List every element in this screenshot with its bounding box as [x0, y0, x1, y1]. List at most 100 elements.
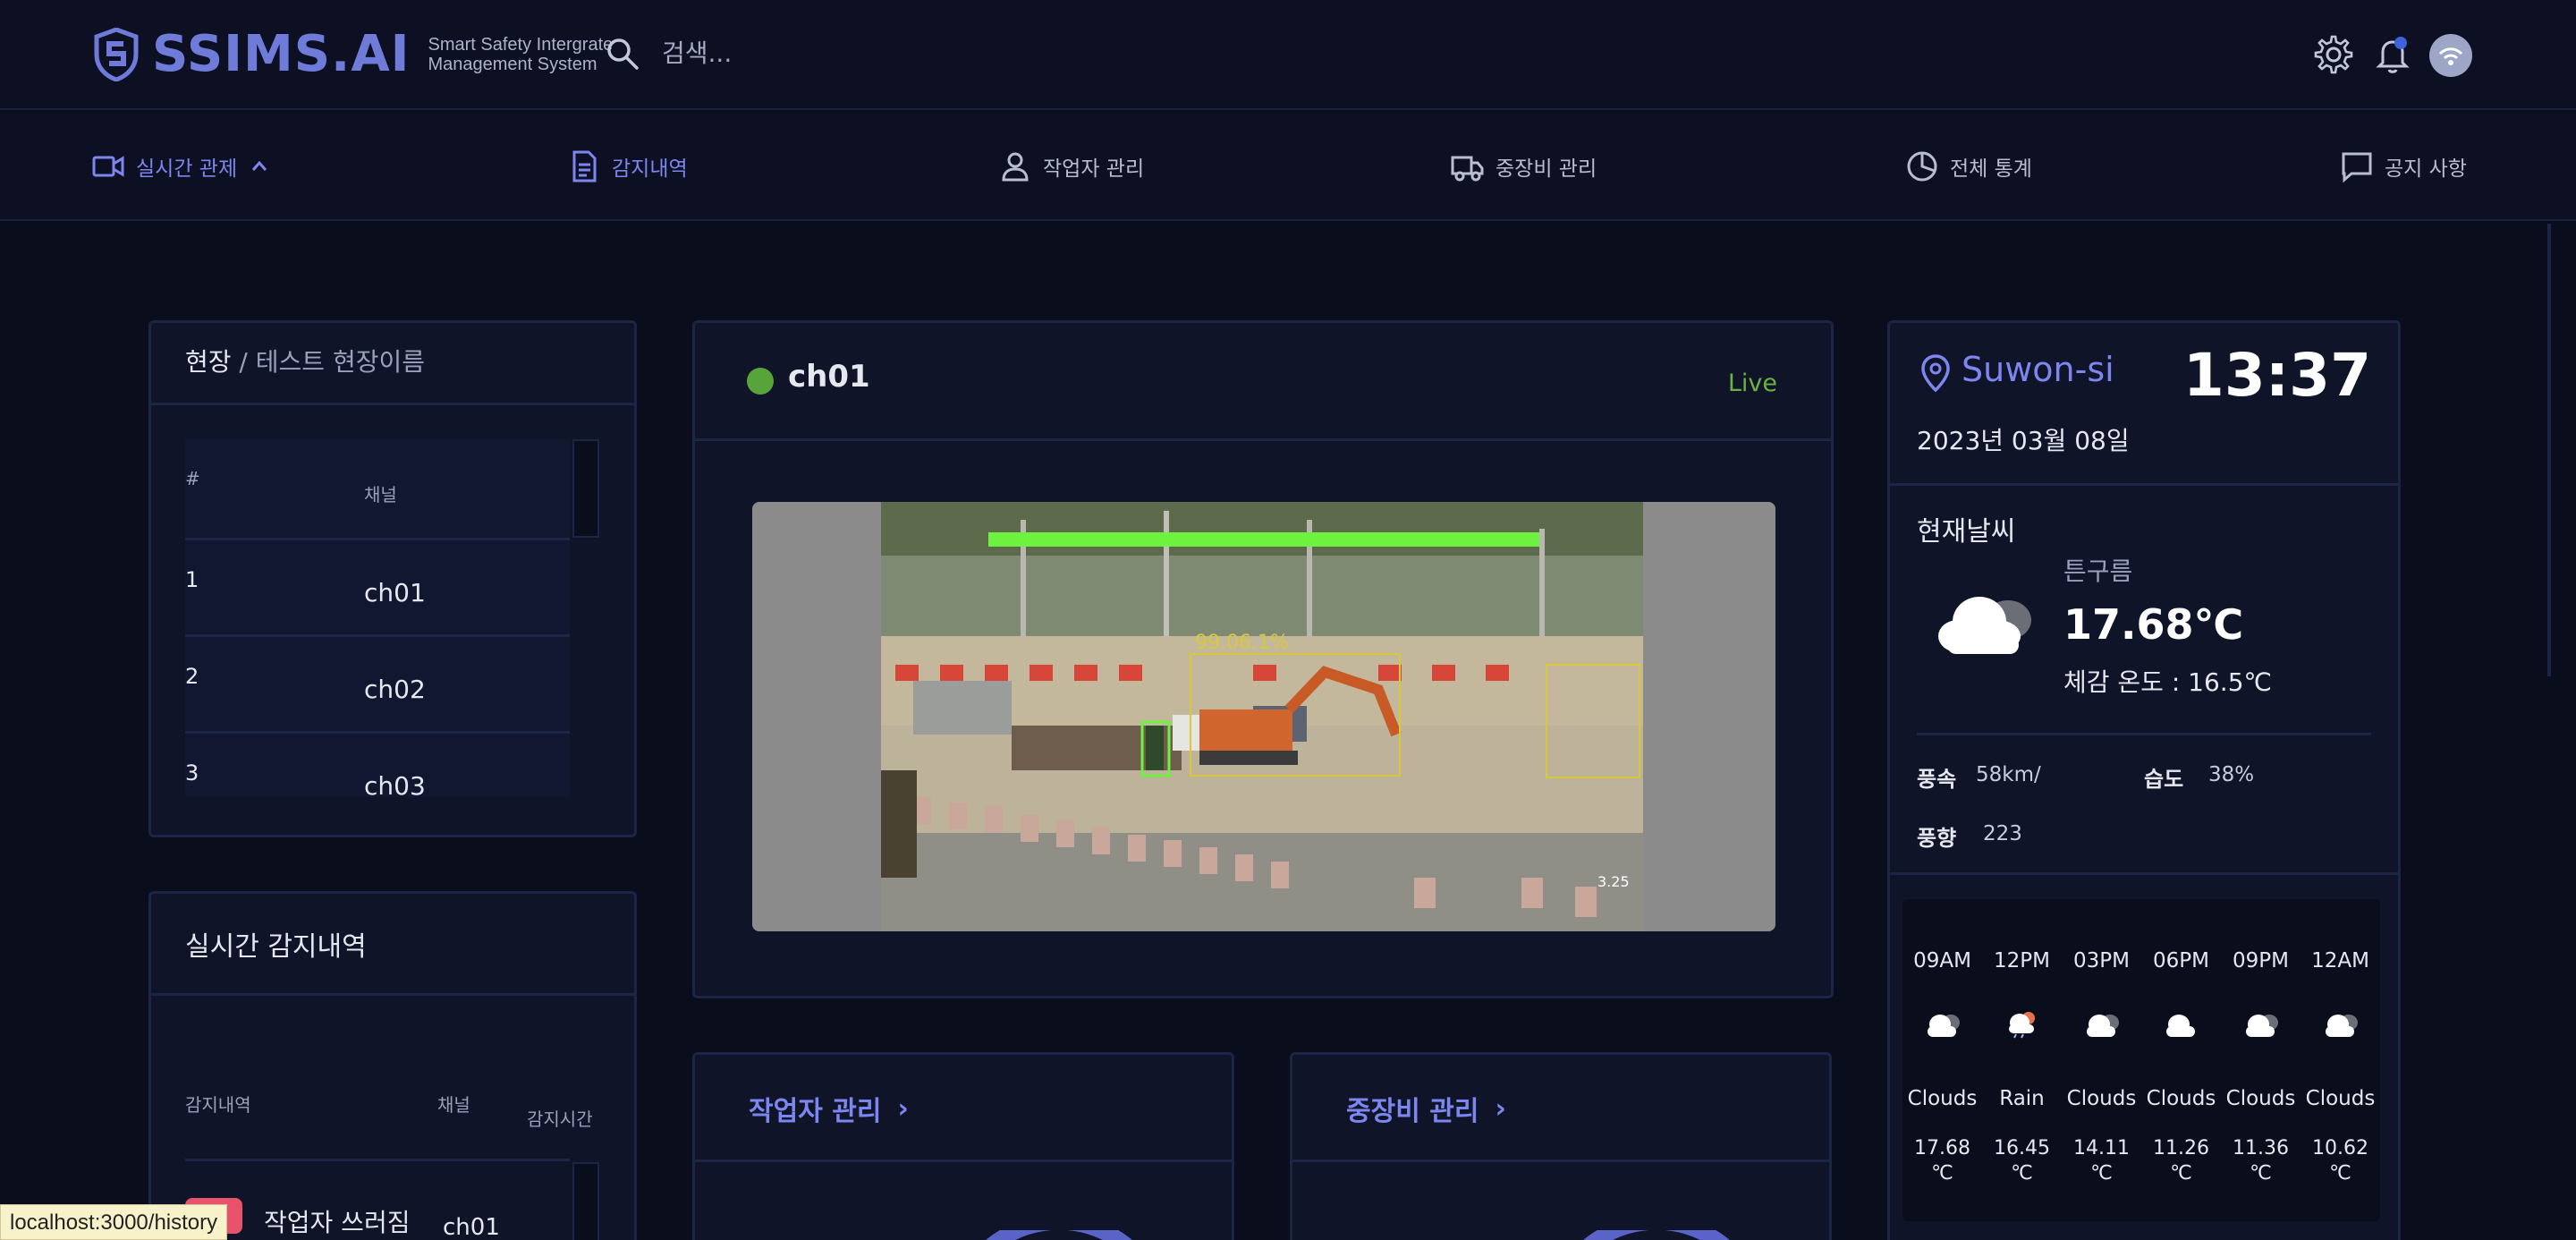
detection-header-time: 감지시간 — [527, 1108, 593, 1130]
cloud-icon — [2246, 1015, 2278, 1037]
nav-item-history[interactable]: 감지내역 — [567, 148, 688, 185]
detection-header-event: 감지내역 — [185, 1094, 251, 1116]
nav-item-notice-label: 공지 사항 — [2385, 157, 2467, 181]
forecast-unit: ℃ — [2250, 1162, 2272, 1185]
equipment-card-header: 중장비 관리 › — [1292, 1055, 1829, 1162]
gear-icon[interactable] — [2313, 34, 2354, 75]
bell-icon[interactable] — [2372, 34, 2413, 75]
forecast-condition: Clouds — [2146, 1087, 2216, 1110]
live-status-text: Live — [1727, 369, 1777, 397]
rain-icon — [2009, 1012, 2035, 1039]
channel-row-name: ch03 — [364, 771, 426, 797]
wind-direction-label: 풍향 — [1917, 826, 1957, 851]
logo[interactable]: SSIMS.AI Smart Safety Intergrate Managem… — [93, 25, 613, 83]
humidity-label: 습도 — [2144, 767, 2184, 792]
forecast-time: 06PM — [2153, 949, 2209, 972]
channel-table-scrollbar[interactable] — [572, 439, 599, 538]
divider — [185, 1159, 570, 1161]
nav-item-equipment[interactable]: 중장비 관리 — [1451, 148, 1597, 185]
video-stream[interactable]: 99.06.1% 3.25 — [752, 502, 1775, 931]
cloud-icon — [1938, 597, 2031, 654]
donut-chart-arc — [1583, 1230, 1730, 1240]
wind-speed-value: 58km/ — [1976, 763, 2041, 786]
browser-status-url: localhost:3000/history — [0, 1204, 228, 1240]
equipment-card-link[interactable]: 중장비 관리 › — [1346, 1089, 1506, 1128]
construction-site-image: 99.06.1% 3.25 — [752, 502, 1775, 931]
video-panel-header: ch01 Live — [695, 323, 1831, 441]
chevron-right-icon: › — [1495, 1092, 1506, 1125]
channel-row[interactable]: 3 ch03 — [185, 731, 570, 797]
channel-table-header-num: # — [185, 468, 200, 489]
forecast-time: 09PM — [2233, 949, 2289, 972]
divider — [1917, 733, 2371, 735]
forecast-unit: ℃ — [2170, 1162, 2192, 1185]
workers-card-link[interactable]: 작업자 관리 › — [749, 1089, 909, 1128]
nav-item-equipment-label: 중장비 관리 — [1496, 157, 1597, 181]
live-status-dot — [747, 368, 774, 395]
search-input[interactable] — [662, 32, 1020, 73]
detection-panel: 실시간 감지내역 감지내역 채널 감지시간 작업자 쓰러짐 ch01 — [148, 891, 637, 1240]
weather-temperature: 17.68℃ — [2063, 600, 2244, 649]
video-timestamp: 3.25 — [1597, 873, 1630, 890]
forecast-temp: 11.26 — [2153, 1137, 2209, 1159]
detection-header-channel: 채널 — [437, 1094, 470, 1116]
logo-shield-icon — [94, 27, 139, 81]
channel-row-num: 1 — [185, 567, 199, 592]
forecast-unit: ℃ — [1931, 1162, 1953, 1185]
forecast-temp: 11.36 — [2233, 1137, 2289, 1159]
forecast-condition: Rain — [1999, 1087, 2045, 1110]
forecast-temp: 10.62 — [2312, 1137, 2368, 1159]
forecast-unit: ℃ — [2090, 1162, 2113, 1185]
wind-speed-label: 풍속 — [1917, 767, 1957, 792]
weather-feels-like: 체감 온도 : 16.5℃ — [2063, 667, 2272, 697]
channel-row-num: 3 — [185, 760, 199, 786]
detection-panel-title: 실시간 감지내역 — [185, 931, 367, 963]
site-name: 테스트 현장이름 — [255, 347, 425, 377]
forecast-temp: 17.68 — [1914, 1137, 1970, 1159]
equipment-card-title: 중장비 관리 — [1346, 1096, 1479, 1127]
forecast-time: 12PM — [1994, 949, 2050, 972]
avatar[interactable] — [2429, 34, 2472, 77]
channel-row-name: ch02 — [364, 675, 426, 704]
nav-item-statistics-label: 전체 통계 — [1950, 157, 2032, 181]
weather-panel: Suwon-si 13:37 2023년 03월 08일 현재날씨 튼구름 17… — [1887, 320, 2401, 1240]
chevron-up-icon — [251, 160, 267, 171]
logo-subtitle-line1: Smart Safety Intergrate — [428, 34, 614, 55]
video-panel: ch01 Live 99.06.1% 3.25 — [692, 320, 1834, 998]
current-time: 13:37 — [2182, 341, 2371, 410]
forecast-condition: Clouds — [2305, 1087, 2376, 1110]
person-icon — [1002, 152, 1029, 182]
forecast-condition: Clouds — [2225, 1087, 2296, 1110]
video-channel-title: ch01 — [788, 359, 870, 395]
forecast-unit: ℃ — [2011, 1162, 2033, 1185]
logo-subtitle-line2: Management System — [428, 54, 597, 74]
forecast-condition: Clouds — [1907, 1087, 1978, 1110]
truck-icon — [1451, 156, 1484, 182]
detection-scrollbar[interactable] — [572, 1162, 599, 1240]
nav-item-workers[interactable]: 작업자 관리 — [998, 148, 1144, 185]
site-title: 현장 / 테스트 현장이름 — [185, 343, 425, 378]
channel-row[interactable]: 2 ch02 — [185, 634, 570, 731]
site-label: 현장 — [185, 347, 232, 377]
weather-header: Suwon-si 13:37 2023년 03월 08일 — [1890, 323, 2398, 486]
nav-item-realtime[interactable]: 실시간 관제 — [91, 148, 269, 185]
nav-item-realtime-label: 실시간 관제 — [136, 157, 238, 181]
detection-row-channel: ch01 — [443, 1214, 500, 1240]
forecast-time: 03PM — [2073, 949, 2130, 972]
site-panel-header: 현장 / 테스트 현장이름 — [151, 323, 634, 405]
current-weather-label: 현재날씨 — [1917, 516, 2016, 548]
logo-text: SSIMS.AI — [152, 25, 411, 83]
cloud-icon — [1928, 1015, 1960, 1037]
site-panel: 현장 / 테스트 현장이름 # 채널 1 ch01 2 ch02 3 ch03 — [148, 320, 637, 837]
nav-item-statistics[interactable]: 전체 통계 — [1905, 148, 2032, 185]
detection-row-event: 작업자 쓰러짐 — [264, 1208, 411, 1237]
logo-subtitle: Smart Safety Intergrate Management Syste… — [428, 35, 614, 74]
workers-card-title: 작업자 관리 — [749, 1096, 882, 1127]
page-scrollbar[interactable] — [2547, 224, 2551, 676]
channel-row[interactable]: 1 ch01 — [185, 538, 570, 634]
search-icon[interactable] — [605, 36, 640, 72]
nav-item-notice[interactable]: 공지 사항 — [2340, 148, 2467, 185]
forecast-temp: 16.45 — [1994, 1137, 2050, 1159]
cloud-icon — [2326, 1015, 2358, 1037]
detection-panel-header: 실시간 감지내역 — [151, 894, 634, 996]
